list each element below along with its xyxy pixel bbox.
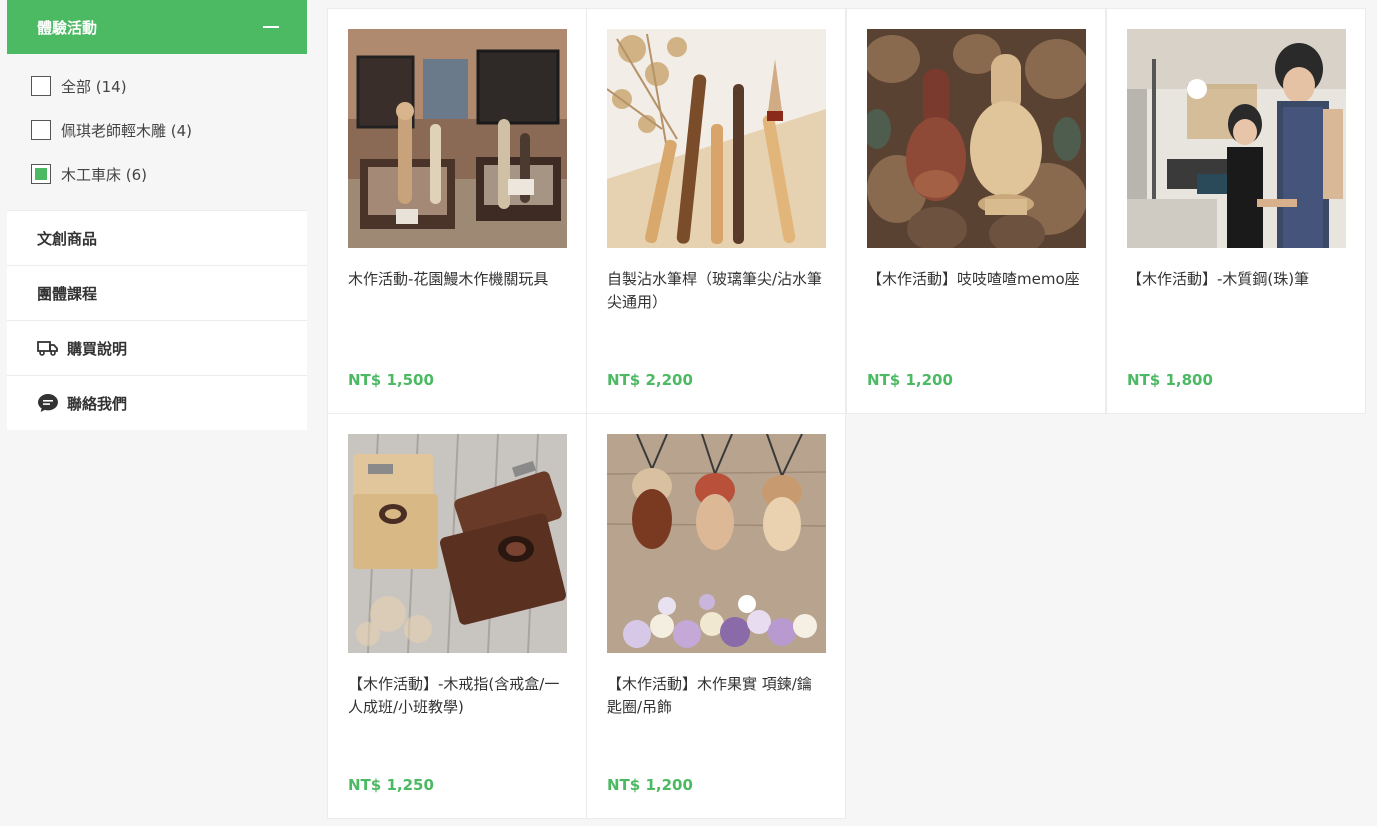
product-title[interactable]: 木作活動-花園鰻木作機關玩具 [348, 268, 566, 338]
chat-bubble-icon [38, 394, 58, 412]
product-title[interactable]: 【木作活動】-木質鋼(珠)筆 [1127, 268, 1345, 338]
product-image-dip-pen-holders[interactable] [607, 29, 826, 248]
product-image-acorn-pendants[interactable] [607, 434, 826, 653]
filter-label: 佩琪老師輕木雕 (4) [61, 121, 193, 140]
category-header-experience[interactable]: 體驗活動 [7, 0, 307, 54]
product-title[interactable]: 【木作活動】木作果實 項鍊/鑰匙圈/吊飾 [607, 673, 825, 743]
checkbox-checked[interactable] [31, 164, 51, 184]
product-price: NT$ 1,200 [607, 776, 693, 794]
product-title[interactable]: 【木作活動】吱吱喳喳memo座 [867, 268, 1085, 338]
product-title[interactable]: 【木作活動】-木戒指(含戒盒/一人成班/小班教學) [348, 673, 566, 743]
sub-category-list: 全部 (14) 佩琪老師輕木雕 (4) 木工車床 (6) [7, 54, 307, 210]
product-image-garden-eel-toys[interactable] [348, 29, 567, 248]
truck-icon [37, 341, 58, 356]
filter-wood-lathe[interactable]: 木工車床 (6) [31, 152, 307, 196]
sidebar-item-purchase-info[interactable]: 購買說明 [7, 320, 307, 375]
sidebar-item-label: 購買說明 [67, 339, 128, 358]
sidebar-item-label: 團體課程 [37, 284, 98, 303]
filter-peggy-woodcarving[interactable]: 佩琪老師輕木雕 (4) [31, 108, 307, 152]
product-card[interactable]: 【木作活動】吱吱喳喳memo座 NT$ 1,200 [846, 8, 1106, 414]
checkbox[interactable] [31, 76, 51, 96]
filter-label: 木工車床 (6) [61, 165, 148, 184]
filter-label: 全部 (14) [61, 77, 127, 96]
sidebar-item-contact-us[interactable]: 聯絡我們 [7, 375, 307, 430]
product-image-wood-ring-boxes[interactable] [348, 434, 567, 653]
sidebar-item-label: 聯絡我們 [67, 394, 128, 413]
product-image-lathe-workshop[interactable] [1127, 29, 1346, 248]
checkbox[interactable] [31, 120, 51, 140]
sidebar: 體驗活動 全部 (14) 佩琪老師輕木雕 (4) 木工車床 (6) 文創商品 團… [7, 0, 307, 430]
collapse-minus-icon[interactable] [263, 26, 279, 28]
product-price: NT$ 1,250 [348, 776, 434, 794]
product-card[interactable]: 【木作活動】-木質鋼(珠)筆 NT$ 1,800 [1106, 8, 1366, 414]
check-fill [35, 168, 47, 180]
product-price: NT$ 1,500 [348, 371, 434, 389]
product-price: NT$ 1,200 [867, 371, 953, 389]
product-price: NT$ 2,200 [607, 371, 693, 389]
filter-all[interactable]: 全部 (14) [31, 64, 307, 108]
sidebar-item-label: 文創商品 [37, 229, 98, 248]
product-price: NT$ 1,800 [1127, 371, 1213, 389]
product-title[interactable]: 自製沾水筆桿（玻璃筆尖/沾水筆尖通用） [607, 268, 825, 338]
product-card[interactable]: 木作活動-花園鰻木作機關玩具 NT$ 1,500 [327, 8, 587, 414]
sidebar-item-group-courses[interactable]: 團體課程 [7, 265, 307, 320]
product-card[interactable]: 【木作活動】-木戒指(含戒盒/一人成班/小班教學) NT$ 1,250 [327, 413, 587, 819]
product-card[interactable]: 自製沾水筆桿（玻璃筆尖/沾水筆尖通用） NT$ 2,200 [586, 8, 846, 414]
sidebar-item-creative-goods[interactable]: 文創商品 [7, 210, 307, 265]
product-image-bird-memo-holders[interactable] [867, 29, 1086, 248]
category-title: 體驗活動 [37, 18, 98, 37]
product-card[interactable]: 【木作活動】木作果實 項鍊/鑰匙圈/吊飾 NT$ 1,200 [586, 413, 846, 819]
